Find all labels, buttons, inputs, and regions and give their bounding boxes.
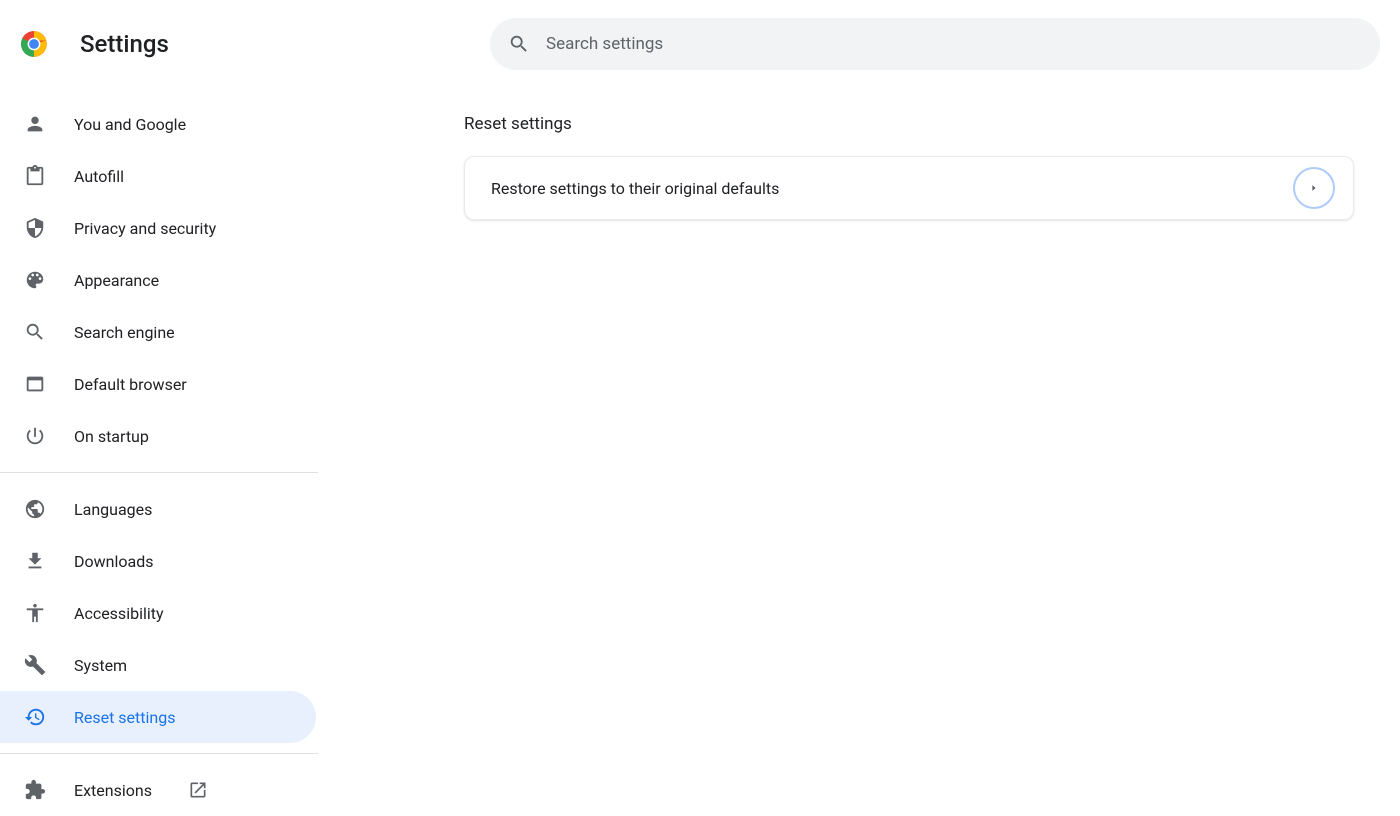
- nav-group-1: You and Google Autofill Privacy and secu…: [0, 84, 318, 462]
- sidebar-item-languages[interactable]: Languages: [0, 483, 316, 535]
- layout: You and Google Autofill Privacy and secu…: [0, 84, 1400, 816]
- sidebar-item-downloads[interactable]: Downloads: [0, 535, 316, 587]
- globe-icon: [24, 498, 46, 520]
- sidebar-item-label: Autofill: [74, 167, 316, 186]
- sidebar-nav: You and Google Autofill Privacy and secu…: [0, 84, 318, 816]
- page-title: Settings: [80, 30, 169, 58]
- search-input[interactable]: [546, 34, 1362, 54]
- sidebar-item-default-browser[interactable]: Default browser: [0, 358, 316, 410]
- sidebar-item-label: System: [74, 656, 316, 675]
- sidebar-item-accessibility[interactable]: Accessibility: [0, 587, 316, 639]
- sidebar-item-on-startup[interactable]: On startup: [0, 410, 316, 462]
- shield-icon: [24, 217, 46, 239]
- chevron-right-icon: [1309, 183, 1319, 193]
- app-header: Settings: [0, 0, 1400, 84]
- sidebar-item-you-and-google[interactable]: You and Google: [0, 98, 316, 150]
- wrench-icon: [24, 654, 46, 676]
- sidebar-item-extensions[interactable]: Extensions: [0, 764, 316, 816]
- power-icon: [24, 425, 46, 447]
- sidebar-item-label: Appearance: [74, 271, 316, 290]
- sidebar-item-label: Languages: [74, 500, 316, 519]
- sidebar-item-label: You and Google: [74, 115, 316, 134]
- arrow-right-button[interactable]: [1293, 167, 1335, 209]
- chrome-logo-icon: [20, 30, 48, 58]
- sidebar-item-label: Privacy and security: [74, 219, 316, 238]
- sidebar-item-search-engine[interactable]: Search engine: [0, 306, 316, 358]
- sidebar-item-label: Accessibility: [74, 604, 316, 623]
- palette-icon: [24, 269, 46, 291]
- history-icon: [24, 706, 46, 728]
- accessibility-icon: [24, 602, 46, 624]
- nav-group-3: Extensions: [0, 764, 318, 816]
- download-icon: [24, 550, 46, 572]
- section-title: Reset settings: [464, 114, 1356, 134]
- sidebar-item-label: Extensions: [74, 781, 152, 800]
- sidebar-item-reset-settings[interactable]: Reset settings: [0, 691, 316, 743]
- divider: [0, 753, 318, 754]
- clipboard-icon: [24, 165, 46, 187]
- search-icon: [24, 321, 46, 343]
- open-in-new-icon: [188, 780, 208, 800]
- sidebar-item-label: Downloads: [74, 552, 316, 571]
- sidebar-item-autofill[interactable]: Autofill: [0, 150, 316, 202]
- sidebar-item-privacy-and-security[interactable]: Privacy and security: [0, 202, 316, 254]
- puzzle-icon: [24, 779, 46, 801]
- sidebar-item-label: Search engine: [74, 323, 316, 342]
- divider: [0, 472, 318, 473]
- window-icon: [24, 373, 46, 395]
- sidebar-item-label: On startup: [74, 427, 316, 446]
- search-bar[interactable]: [490, 18, 1380, 70]
- sidebar-item-system[interactable]: System: [0, 639, 316, 691]
- person-icon: [24, 113, 46, 135]
- sidebar-item-appearance[interactable]: Appearance: [0, 254, 316, 306]
- sidebar-item-label: Default browser: [74, 375, 316, 394]
- nav-group-2: Languages Downloads Accessibility System: [0, 483, 318, 743]
- restore-defaults-row[interactable]: Restore settings to their original defau…: [464, 156, 1354, 220]
- sidebar-item-label: Reset settings: [74, 708, 316, 727]
- card-text: Restore settings to their original defau…: [491, 179, 779, 198]
- main-content: Reset settings Restore settings to their…: [318, 84, 1400, 816]
- search-icon: [508, 33, 530, 55]
